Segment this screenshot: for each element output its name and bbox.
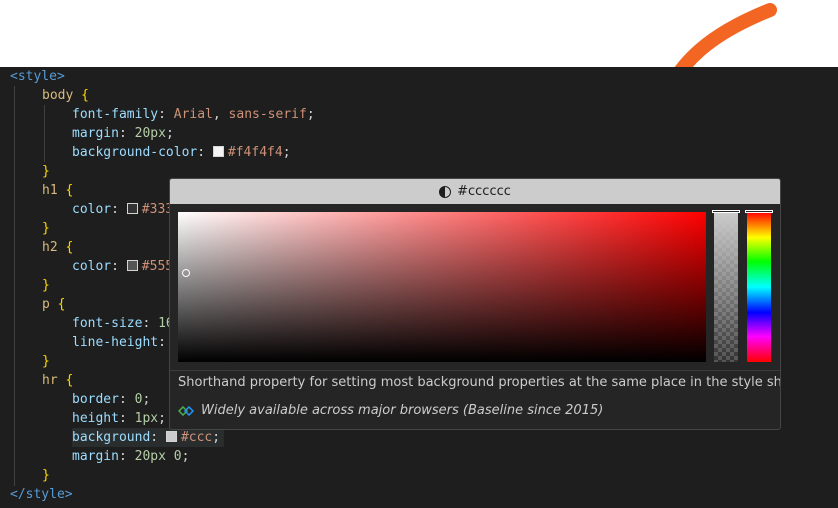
color-swatch[interactable] — [165, 431, 177, 442]
code-line-active[interactable]: background: #ccc; — [72, 428, 225, 447]
code-line[interactable]: color: #555 — [72, 257, 173, 276]
code-line[interactable]: } — [42, 219, 50, 238]
indent-guide — [44, 105, 45, 162]
color-swatch[interactable] — [126, 203, 138, 214]
code-line[interactable]: h1 { — [42, 181, 73, 200]
code-line[interactable]: margin: 20px; — [72, 124, 174, 143]
code-line[interactable]: } — [42, 276, 50, 295]
opacity-slider[interactable] — [712, 210, 740, 362]
opacity-handle[interactable] — [712, 210, 740, 213]
code-line[interactable]: h2 { — [42, 238, 73, 257]
divider — [170, 370, 780, 371]
code-line[interactable]: border: 0; — [72, 390, 150, 409]
code-line[interactable]: font-size: 16 — [72, 314, 174, 333]
code-line[interactable]: margin: 20px 0; — [72, 447, 189, 466]
contrast-icon — [439, 185, 452, 198]
code-line[interactable]: color: #333 — [72, 200, 173, 219]
code-line[interactable]: hr { — [42, 371, 73, 390]
color-picker-popup[interactable]: #cccccc Shorthand property for setting m… — [169, 178, 781, 430]
code-line[interactable]: font-family: Arial, sans-serif; — [72, 105, 315, 124]
hue-slider[interactable] — [745, 210, 773, 362]
property-description: Shorthand property for setting most back… — [178, 375, 781, 390]
code-line[interactable]: background-color: #f4f4f4; — [72, 143, 291, 162]
saturation-brightness-box[interactable] — [178, 212, 706, 362]
code-line[interactable]: p { — [42, 295, 65, 314]
color-swatch[interactable] — [212, 146, 224, 157]
code-line[interactable]: } — [42, 466, 50, 485]
indent-guide — [14, 86, 15, 486]
code-line[interactable]: body { — [42, 86, 89, 105]
color-picker-header[interactable]: #cccccc — [170, 179, 780, 204]
code-line[interactable]: } — [42, 162, 50, 181]
hue-handle[interactable] — [745, 210, 773, 213]
current-color-value: #cccccc — [457, 184, 511, 199]
code-line[interactable]: } — [42, 352, 50, 371]
color-swatch[interactable] — [126, 260, 138, 271]
baseline-status: Widely available across major browsers (… — [178, 403, 603, 418]
code-line[interactable]: <style> — [10, 67, 65, 86]
code-line[interactable]: line-height: — [72, 333, 174, 352]
code-line[interactable]: </style> — [10, 485, 73, 504]
baseline-text: Widely available across major browsers (… — [201, 403, 604, 418]
code-line[interactable]: height: 1px; — [72, 409, 166, 428]
saturation-handle[interactable] — [182, 269, 190, 277]
baseline-check-icon — [178, 405, 195, 416]
